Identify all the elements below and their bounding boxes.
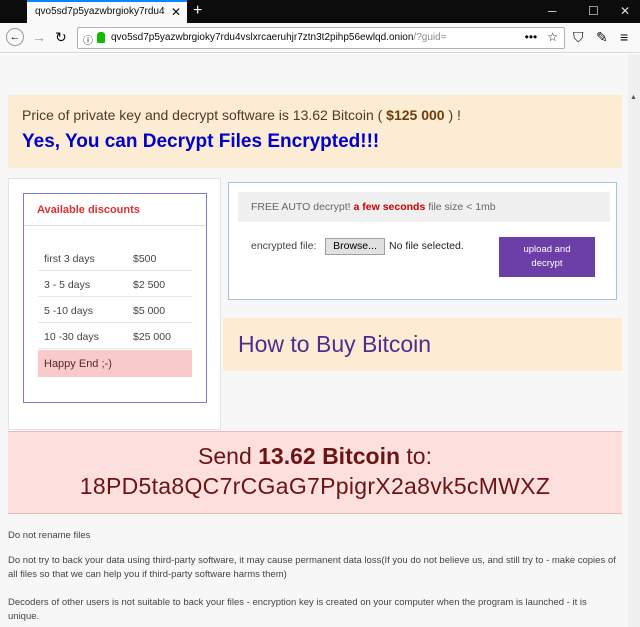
- extension-icon[interactable]: ✎: [596, 29, 608, 45]
- forward-arrow-icon[interactable]: →: [32, 29, 46, 45]
- url-path: /?guid=: [413, 32, 447, 43]
- upload-label-line2: decrypt: [531, 258, 563, 269]
- discount-price: $5 000: [133, 305, 166, 317]
- tab-strip: qvo5sd7p5yazwbrgioky7rdu4vslxrcaeruhjr7z…: [0, 0, 640, 23]
- discount-row: first 3 days $500: [38, 245, 192, 271]
- bitcoin-wallet-address[interactable]: 18PD5ta8QC7rCGaG7PpigrX2a8vk5cMWXZ: [8, 473, 622, 500]
- back-arrow-icon[interactable]: ←: [6, 28, 24, 46]
- note-rename: Do not rename files: [8, 530, 91, 541]
- discount-row: 10 -30 days $25 000: [38, 323, 192, 349]
- send-prefix: Send: [198, 443, 252, 469]
- discount-card: Available discounts first 3 days $500 3 -…: [23, 193, 207, 403]
- shield-icon[interactable]: ⛉: [573, 29, 584, 45]
- send-line: Send 13.62 Bitcoin to:: [8, 443, 622, 470]
- happy-end-row: Happy End ;-): [38, 350, 192, 377]
- bookmark-star-icon[interactable]: ☆: [547, 30, 558, 44]
- url-text[interactable]: qvo5sd7p5yazwbrgioky7rdu4vslxrcaeruhjr7z…: [111, 32, 447, 43]
- scrollbar[interactable]: ▲: [628, 54, 640, 627]
- navigation-bar: ← → ↻ ⓘ qvo5sd7p5yazwbrgioky7rdu4vslxrca…: [0, 23, 640, 53]
- onion-lock-icon[interactable]: [97, 32, 105, 43]
- send-amount: 13.62 Bitcoin: [258, 443, 401, 469]
- upload-header-text: FREE AUTO decrypt! a few seconds file si…: [251, 201, 496, 213]
- discount-row: 5 -10 days $5 000: [38, 297, 192, 323]
- discount-days: 3 - 5 days: [44, 279, 91, 291]
- discount-days: 10 -30 days: [44, 331, 99, 343]
- new-tab-button[interactable]: +: [193, 1, 202, 21]
- payment-box: Send 13.62 Bitcoin to: 18PD5ta8QC7rCGaG7…: [8, 431, 622, 514]
- reload-icon[interactable]: ↻: [55, 29, 67, 45]
- discount-price: $500: [133, 253, 157, 265]
- browse-button[interactable]: Browse...: [325, 238, 385, 255]
- discount-price: $25 000: [133, 331, 171, 343]
- decrypt-headline: Yes, You can Decrypt Files Encrypted!!!: [22, 131, 380, 152]
- discount-row: 3 - 5 days $2 500: [38, 271, 192, 297]
- how-to-buy-bitcoin-link[interactable]: How to Buy Bitcoin: [223, 318, 622, 371]
- happy-end-label: Happy End ;-): [44, 358, 112, 370]
- price-banner: Price of private key and decrypt softwar…: [8, 95, 622, 168]
- upload-header-highlight: a few seconds: [353, 201, 426, 213]
- page-actions-icon[interactable]: •••: [525, 30, 538, 44]
- note-third-party: Do not try to back your data using third…: [8, 555, 616, 580]
- maximize-icon[interactable]: ☐: [588, 2, 599, 20]
- discount-title-bar: Available discounts: [24, 194, 206, 226]
- upload-label-line1: upload and: [523, 244, 571, 255]
- price-line: Price of private key and decrypt softwar…: [22, 107, 461, 123]
- upload-header-prefix: FREE AUTO decrypt!: [251, 201, 351, 213]
- discount-price: $2 500: [133, 279, 166, 291]
- discount-days: 5 -10 days: [44, 305, 94, 317]
- price-suffix: ) !: [448, 107, 461, 123]
- upload-header-suffix: file size < 1mb: [428, 201, 496, 213]
- browser-tab[interactable]: qvo5sd7p5yazwbrgioky7rdu4vslxrcaeruhjr7z…: [27, 0, 187, 23]
- price-usd: $125 000: [386, 107, 445, 123]
- discount-panel: Available discounts first 3 days $500 3 -…: [8, 178, 221, 430]
- tab-close-icon[interactable]: ✕: [171, 5, 181, 19]
- note-decoders: Decoders of other users is not suitable …: [8, 597, 587, 622]
- upload-decrypt-button[interactable]: upload and decrypt: [499, 237, 595, 277]
- url-domain: qvo5sd7p5yazwbrgioky7rdu4vslxrcaeruhjr7z…: [111, 32, 414, 43]
- decrypt-upload-box: FREE AUTO decrypt! a few seconds file si…: [228, 182, 617, 300]
- price-prefix: Price of private key and decrypt softwar…: [22, 107, 383, 123]
- discount-title: Available discounts: [37, 204, 140, 216]
- window-close-icon[interactable]: ✕: [620, 2, 630, 20]
- url-bar[interactable]: ⓘ qvo5sd7p5yazwbrgioky7rdu4vslxrcaeruhjr…: [77, 27, 565, 49]
- scroll-up-icon[interactable]: ▲: [630, 94, 637, 101]
- tab-title: qvo5sd7p5yazwbrgioky7rdu4vslxrcaeruhjr7z…: [35, 6, 165, 17]
- minimize-icon[interactable]: ─: [548, 2, 557, 20]
- file-status: No file selected.: [389, 240, 464, 252]
- discount-days: first 3 days: [44, 253, 95, 265]
- how-to-buy-label: How to Buy Bitcoin: [238, 331, 432, 357]
- send-suffix: to:: [406, 443, 432, 469]
- page-content: Price of private key and decrypt softwar…: [0, 54, 628, 627]
- menu-icon[interactable]: ≡: [620, 29, 628, 45]
- info-icon[interactable]: ⓘ: [83, 32, 93, 47]
- file-label: encrypted file:: [251, 240, 317, 252]
- upload-header: FREE AUTO decrypt! a few seconds file si…: [238, 192, 610, 222]
- url-actions: ••• ☆: [515, 30, 558, 44]
